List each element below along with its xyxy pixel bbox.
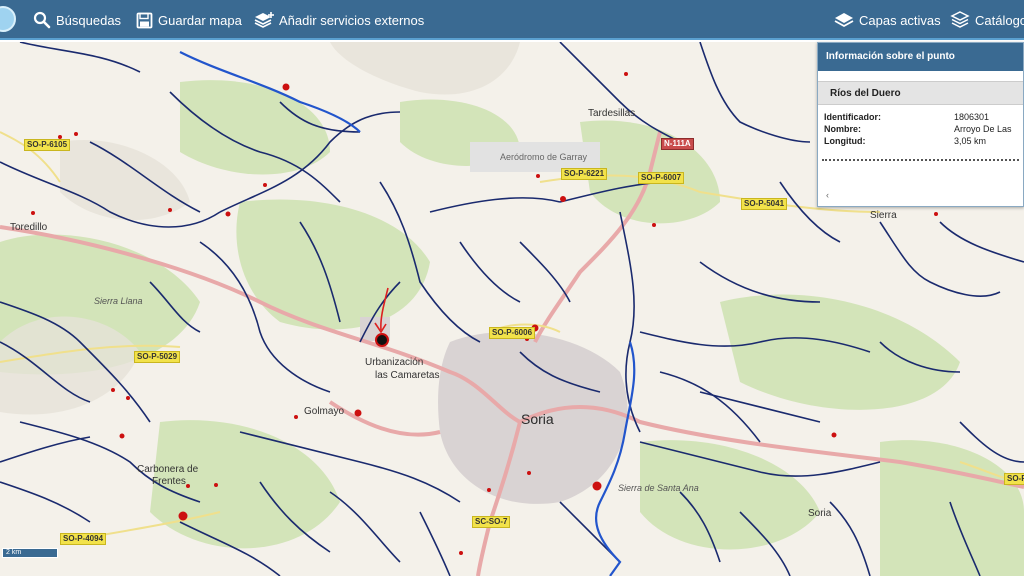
info-value: 3,05 km xyxy=(954,136,987,146)
info-panel-separator xyxy=(822,159,1019,161)
info-row-longitud: Longitud: 3,05 km xyxy=(824,135,1024,147)
add-layers-icon xyxy=(254,12,274,28)
road-tag-sop5041: SO-P-5041 xyxy=(741,198,788,210)
save-map-button[interactable]: Guardar mapa xyxy=(136,9,242,31)
floppy-disk-icon xyxy=(136,12,153,28)
search-label: Búsquedas xyxy=(56,12,122,28)
info-value: 1806301 xyxy=(954,112,990,122)
road-tag-sop6105: SO-P-6105 xyxy=(24,139,71,151)
road-tag-n111a: N-111A xyxy=(661,138,694,150)
catalog-label: Catálogo xyxy=(975,12,1024,28)
label-golmayo: Golmayo xyxy=(304,406,345,417)
scroll-left-icon[interactable]: ‹ xyxy=(826,190,829,200)
add-external-services-label: Añadir servicios externos xyxy=(279,12,425,28)
label-soria-region: Soria xyxy=(808,508,832,519)
label-sierra-llana: Sierra Llana xyxy=(94,296,143,306)
road-tag-sop5029: SO-P-5029 xyxy=(134,351,181,363)
add-external-services-button[interactable]: Añadir servicios externos xyxy=(254,9,424,31)
search-button[interactable]: Búsquedas xyxy=(33,9,121,31)
search-icon xyxy=(33,11,51,29)
road-tag-sop6007: SO-P-6007 xyxy=(638,172,685,184)
catalog-layers-icon xyxy=(950,11,970,28)
info-row-nombre: Nombre: Arroyo De Las xyxy=(824,123,1024,135)
label-soria-city: Soria xyxy=(521,411,554,427)
info-key: Nombre: xyxy=(824,124,862,134)
info-panel-title: Información sobre el punto xyxy=(818,43,1023,71)
road-tag-sop6221: SO-P-6221 xyxy=(561,168,608,180)
point-info-panel: Información sobre el punto Ríos del Duer… xyxy=(817,42,1024,207)
info-panel-layer-name: Ríos del Duero xyxy=(818,81,1023,105)
active-layers-label: Capas activas xyxy=(859,12,941,28)
active-layers-button[interactable]: Capas activas xyxy=(834,9,941,31)
road-tag-scso7: SC-SO-7 xyxy=(472,516,511,528)
label-sierra-santa-ana: Sierra de Santa Ana xyxy=(618,483,699,493)
info-panel-attributes: Identificador: 1806301 Nombre: Arroyo De… xyxy=(824,111,1024,147)
save-map-label: Guardar mapa xyxy=(158,12,242,28)
label-tardesillas: Tardesillas xyxy=(588,108,636,119)
info-value: Arroyo De Las xyxy=(954,124,1012,134)
layers-icon xyxy=(834,13,854,28)
app-logo[interactable] xyxy=(0,6,16,32)
catalog-button[interactable]: Catálogo xyxy=(950,9,1024,31)
road-tag-sop-right: SO-P xyxy=(1004,473,1024,485)
label-sierra-right: Sierra xyxy=(870,210,897,221)
info-row-identificador: Identificador: 1806301 xyxy=(824,111,1024,123)
label-toredillo: Toredillo xyxy=(10,222,48,233)
top-toolbar: Búsquedas Guardar mapa Añadir servicios … xyxy=(0,0,1024,40)
label-urbanizacion: Urbanización xyxy=(365,357,424,368)
road-tag-sop6006: SO-P-6006 xyxy=(489,327,536,339)
label-frentes: Frentes xyxy=(152,476,186,487)
label-las-camaretas: las Camaretas xyxy=(375,370,440,381)
label-carbonera: Carbonera de xyxy=(137,464,199,475)
info-key: Identificador: xyxy=(824,112,882,122)
map-scale-bar: 2 km xyxy=(2,548,58,558)
info-key: Longitud: xyxy=(824,136,866,146)
label-aerodromo: Aeródromo de Garray xyxy=(500,152,588,162)
road-tag-sop4094: SO-P-4094 xyxy=(60,533,107,545)
